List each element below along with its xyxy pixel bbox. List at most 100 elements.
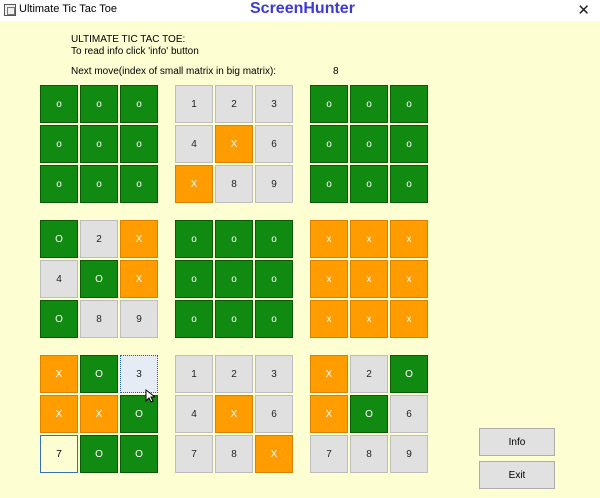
board-1-cell-5[interactable]: o bbox=[80, 125, 118, 163]
title-bar: Ultimate Tic Tac Toe ScreenHunter ✕ bbox=[0, 0, 600, 21]
board-4-cell-6[interactable]: X bbox=[120, 260, 158, 298]
next-move-label: Next move(index of small matrix in big m… bbox=[71, 66, 277, 77]
board-1-cell-8[interactable]: o bbox=[80, 165, 118, 203]
board-5-cell-9[interactable]: o bbox=[255, 300, 293, 338]
board-3-cell-9[interactable]: o bbox=[390, 165, 428, 203]
board-5-cell-5[interactable]: o bbox=[215, 260, 253, 298]
small-board-7: XO3XXO7OO bbox=[40, 355, 160, 475]
board-8-cell-4[interactable]: 4 bbox=[175, 395, 213, 433]
board-9-cell-6[interactable]: 6 bbox=[390, 395, 428, 433]
board-6-cell-3[interactable]: x bbox=[390, 220, 428, 258]
board-1-cell-6[interactable]: o bbox=[120, 125, 158, 163]
window-title: Ultimate Tic Tac Toe bbox=[19, 3, 118, 15]
small-board-2: 1234X6X89 bbox=[175, 85, 295, 205]
board-9-cell-7[interactable]: 7 bbox=[310, 435, 348, 473]
board-7-cell-5[interactable]: X bbox=[80, 395, 118, 433]
small-board-4: O2X4OXO89 bbox=[40, 220, 160, 340]
board-6-cell-6[interactable]: x bbox=[390, 260, 428, 298]
board-5-cell-2[interactable]: o bbox=[215, 220, 253, 258]
small-board-6: xxxxxxxxx bbox=[310, 220, 430, 340]
board-6-cell-5[interactable]: x bbox=[350, 260, 388, 298]
board-5-cell-6[interactable]: o bbox=[255, 260, 293, 298]
board-9-cell-3[interactable]: O bbox=[390, 355, 428, 393]
board-4-cell-5[interactable]: O bbox=[80, 260, 118, 298]
board-2-cell-7[interactable]: X bbox=[175, 165, 213, 203]
app-window-icon bbox=[4, 4, 16, 16]
small-board-1: ooooooooo bbox=[40, 85, 160, 205]
board-9-cell-1[interactable]: X bbox=[310, 355, 348, 393]
board-3-cell-7[interactable]: o bbox=[310, 165, 348, 203]
board-5-cell-1[interactable]: o bbox=[175, 220, 213, 258]
board-1-cell-9[interactable]: o bbox=[120, 165, 158, 203]
board-3-cell-8[interactable]: o bbox=[350, 165, 388, 203]
board-9-cell-9[interactable]: 9 bbox=[390, 435, 428, 473]
board-8-cell-6[interactable]: 6 bbox=[255, 395, 293, 433]
next-move-value: 8 bbox=[333, 66, 339, 77]
board-1-cell-2[interactable]: o bbox=[80, 85, 118, 123]
board-9-cell-8[interactable]: 8 bbox=[350, 435, 388, 473]
board-4-cell-8[interactable]: 8 bbox=[80, 300, 118, 338]
board-2-cell-3[interactable]: 3 bbox=[255, 85, 293, 123]
board-8-cell-5[interactable]: X bbox=[215, 395, 253, 433]
game-heading: ULTIMATE TIC TAC TOE: bbox=[71, 34, 186, 45]
board-3-cell-1[interactable]: o bbox=[310, 85, 348, 123]
board-8-cell-7[interactable]: 7 bbox=[175, 435, 213, 473]
board-4-cell-7[interactable]: O bbox=[40, 300, 78, 338]
board-4-cell-2[interactable]: 2 bbox=[80, 220, 118, 258]
board-7-cell-8[interactable]: O bbox=[80, 435, 118, 473]
board-3-cell-5[interactable]: o bbox=[350, 125, 388, 163]
board-9-cell-5[interactable]: O bbox=[350, 395, 388, 433]
board-8-cell-8[interactable]: 8 bbox=[215, 435, 253, 473]
board-7-cell-1[interactable]: X bbox=[40, 355, 78, 393]
mouse-pointer-icon bbox=[145, 389, 155, 403]
exit-button[interactable]: Exit bbox=[479, 461, 555, 489]
board-1-cell-4[interactable]: o bbox=[40, 125, 78, 163]
board-9-cell-4[interactable]: X bbox=[310, 395, 348, 433]
board-4-cell-3[interactable]: X bbox=[120, 220, 158, 258]
board-8-cell-3[interactable]: 3 bbox=[255, 355, 293, 393]
board-5-cell-8[interactable]: o bbox=[215, 300, 253, 338]
board-4-cell-1[interactable]: O bbox=[40, 220, 78, 258]
board-2-cell-5[interactable]: X bbox=[215, 125, 253, 163]
info-hint: To read info click 'info' button bbox=[71, 46, 199, 57]
board-6-cell-7[interactable]: x bbox=[310, 300, 348, 338]
board-2-cell-1[interactable]: 1 bbox=[175, 85, 213, 123]
board-6-cell-2[interactable]: x bbox=[350, 220, 388, 258]
board-8-cell-1[interactable]: 1 bbox=[175, 355, 213, 393]
board-2-cell-4[interactable]: 4 bbox=[175, 125, 213, 163]
board-6-cell-8[interactable]: x bbox=[350, 300, 388, 338]
board-3-cell-4[interactable]: o bbox=[310, 125, 348, 163]
screenhunter-watermark: ScreenHunter bbox=[250, 0, 355, 17]
board-2-cell-2[interactable]: 2 bbox=[215, 85, 253, 123]
info-button[interactable]: Info bbox=[479, 428, 555, 456]
board-5-cell-3[interactable]: o bbox=[255, 220, 293, 258]
board-5-cell-4[interactable]: o bbox=[175, 260, 213, 298]
board-4-cell-9[interactable]: 9 bbox=[120, 300, 158, 338]
small-board-9: X2OXO6789 bbox=[310, 355, 430, 475]
board-5-cell-7[interactable]: o bbox=[175, 300, 213, 338]
board-7-cell-9[interactable]: O bbox=[120, 435, 158, 473]
board-2-cell-9[interactable]: 9 bbox=[255, 165, 293, 203]
board-3-cell-6[interactable]: o bbox=[390, 125, 428, 163]
board-6-cell-4[interactable]: x bbox=[310, 260, 348, 298]
board-2-cell-6[interactable]: 6 bbox=[255, 125, 293, 163]
board-1-cell-1[interactable]: o bbox=[40, 85, 78, 123]
board-7-cell-4[interactable]: X bbox=[40, 395, 78, 433]
board-1-cell-7[interactable]: o bbox=[40, 165, 78, 203]
board-7-cell-3[interactable]: 3 bbox=[120, 355, 158, 393]
board-6-cell-9[interactable]: x bbox=[390, 300, 428, 338]
board-7-cell-2[interactable]: O bbox=[80, 355, 118, 393]
small-board-3: ooooooooo bbox=[310, 85, 430, 205]
board-8-cell-2[interactable]: 2 bbox=[215, 355, 253, 393]
board-1-cell-3[interactable]: o bbox=[120, 85, 158, 123]
board-2-cell-8[interactable]: 8 bbox=[215, 165, 253, 203]
close-icon[interactable]: ✕ bbox=[577, 2, 590, 18]
board-7-cell-7[interactable]: 7 bbox=[40, 435, 78, 473]
board-4-cell-4[interactable]: 4 bbox=[40, 260, 78, 298]
board-3-cell-2[interactable]: o bbox=[350, 85, 388, 123]
board-6-cell-1[interactable]: x bbox=[310, 220, 348, 258]
board-9-cell-2[interactable]: 2 bbox=[350, 355, 388, 393]
board-8-cell-9[interactable]: X bbox=[255, 435, 293, 473]
board-3-cell-3[interactable]: o bbox=[390, 85, 428, 123]
small-board-8: 1234X678X bbox=[175, 355, 295, 475]
